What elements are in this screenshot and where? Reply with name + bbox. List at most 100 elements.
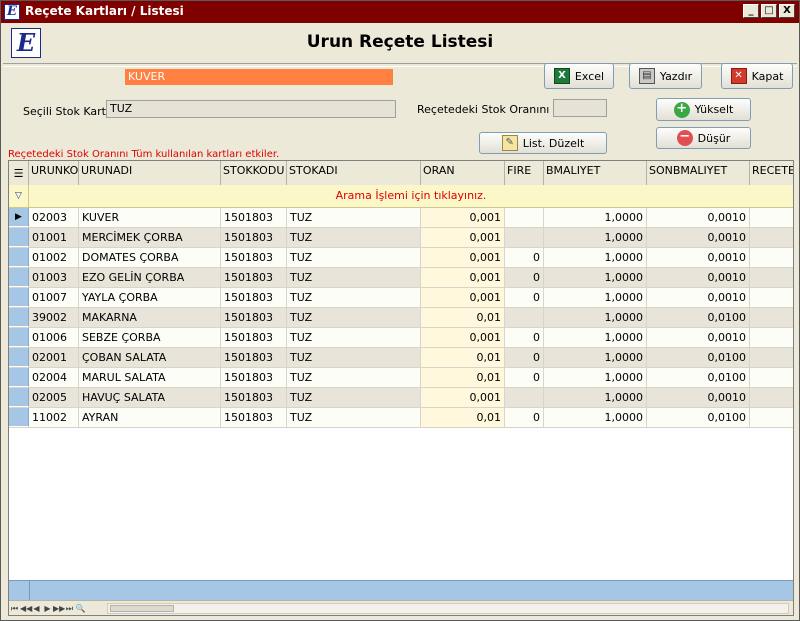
cell-recete[interactable] xyxy=(750,208,793,227)
cell-stokkodu[interactable]: 1501803 xyxy=(221,228,287,247)
row-selector[interactable] xyxy=(9,408,29,427)
cell-oran[interactable]: 0,01 xyxy=(421,348,505,367)
col-header-urunko[interactable]: URUNKO xyxy=(29,161,79,185)
raise-button[interactable]: + Yükselt xyxy=(656,98,751,121)
cell-oran[interactable]: 0,001 xyxy=(421,208,505,227)
cell-stokadi[interactable]: TUZ xyxy=(287,308,421,327)
cell-stokadi[interactable]: TUZ xyxy=(287,248,421,267)
table-row[interactable]: 01007 YAYLA ÇORBA 1501803 TUZ 0,001 0 1,0000 0,… xyxy=(9,288,793,308)
cell-stokkodu[interactable]: 1501803 xyxy=(221,288,287,307)
cell-fire[interactable]: 0 xyxy=(505,348,544,367)
cell-urunko[interactable]: 02005 xyxy=(29,388,79,407)
nav-prev-icon[interactable]: ◀ xyxy=(31,603,42,615)
cell-stokkodu[interactable]: 1501803 xyxy=(221,328,287,347)
row-selector[interactable] xyxy=(9,268,29,287)
lower-button[interactable]: − Düşür xyxy=(656,127,751,149)
cell-recete[interactable] xyxy=(750,268,793,287)
cell-urunadi[interactable]: AYRAN xyxy=(79,408,221,427)
cell-sonbmaliyet[interactable]: 0,0100 xyxy=(647,308,750,327)
cell-stokkodu[interactable]: 1501803 xyxy=(221,388,287,407)
col-header-stokadi[interactable]: STOKADI xyxy=(287,161,421,185)
cell-urunadi[interactable]: DOMATES ÇORBA xyxy=(79,248,221,267)
col-header-recete[interactable]: RECETE xyxy=(750,161,793,185)
cell-fire[interactable] xyxy=(505,388,544,407)
row-selector[interactable] xyxy=(9,308,29,327)
scrollbar-thumb[interactable] xyxy=(110,605,174,612)
row-selector[interactable] xyxy=(9,288,29,307)
cell-urunadi[interactable]: MERCİMEK ÇORBA xyxy=(79,228,221,247)
cell-sonbmaliyet[interactable]: 0,0010 xyxy=(647,288,750,307)
product-name-field[interactable]: KUVER xyxy=(125,69,393,85)
cell-fire[interactable]: 0 xyxy=(505,268,544,287)
title-bar[interactable]: E Reçete Kartları / Listesi _ □ X xyxy=(1,1,799,23)
nav-search-icon[interactable]: 🔍 xyxy=(75,603,86,615)
cell-recete[interactable] xyxy=(750,308,793,327)
table-row[interactable]: 02001 ÇOBAN SALATA 1501803 TUZ 0,01 0 1,0000 0,… xyxy=(9,348,793,368)
nav-last-icon[interactable]: ⏭ xyxy=(64,603,75,615)
cell-recete[interactable] xyxy=(750,348,793,367)
table-row[interactable]: 01002 DOMATES ÇORBA 1501803 TUZ 0,001 0 1,0000… xyxy=(9,248,793,268)
cell-urunko[interactable]: 01006 xyxy=(29,328,79,347)
cell-stokkodu[interactable]: 1501803 xyxy=(221,208,287,227)
cell-stokadi[interactable]: TUZ xyxy=(287,208,421,227)
row-selector[interactable] xyxy=(9,248,29,267)
cell-bmaliyet[interactable]: 1,0000 xyxy=(544,388,647,407)
cell-urunadi[interactable]: MAKARNA xyxy=(79,308,221,327)
cell-recete[interactable] xyxy=(750,388,793,407)
nav-first-icon[interactable]: ⏮ xyxy=(9,603,20,615)
table-row[interactable]: 02005 HAVUÇ SALATA 1501803 TUZ 0,001 1,0000 0,… xyxy=(9,388,793,408)
cell-fire[interactable]: 0 xyxy=(505,368,544,387)
close-button[interactable]: ✕ Kapat xyxy=(721,63,793,89)
row-selector[interactable] xyxy=(9,348,29,367)
cell-stokkodu[interactable]: 1501803 xyxy=(221,268,287,287)
cell-sonbmaliyet[interactable]: 0,0010 xyxy=(647,328,750,347)
cell-urunko[interactable]: 02001 xyxy=(29,348,79,367)
cell-oran[interactable]: 0,001 xyxy=(421,388,505,407)
cell-bmaliyet[interactable]: 1,0000 xyxy=(544,228,647,247)
cell-sonbmaliyet[interactable]: 0,0010 xyxy=(647,248,750,267)
table-row[interactable]: 02004 MARUL SALATA 1501803 TUZ 0,01 0 1,0000 0,… xyxy=(9,368,793,388)
row-selector[interactable] xyxy=(9,328,29,347)
cell-urunadi[interactable]: KUVER xyxy=(79,208,221,227)
cell-urunadi[interactable]: EZO GELİN ÇORBA xyxy=(79,268,221,287)
cell-sonbmaliyet[interactable]: 0,0010 xyxy=(647,268,750,287)
col-header-fire[interactable]: FIRE xyxy=(505,161,544,185)
cell-urunadi[interactable]: YAYLA ÇORBA xyxy=(79,288,221,307)
cell-stokadi[interactable]: TUZ xyxy=(287,328,421,347)
cell-fire[interactable] xyxy=(505,308,544,327)
cell-oran[interactable]: 0,001 xyxy=(421,288,505,307)
cell-stokkodu[interactable]: 1501803 xyxy=(221,248,287,267)
filter-icon[interactable]: ▽ xyxy=(9,185,29,207)
cell-sonbmaliyet[interactable]: 0,0100 xyxy=(647,408,750,427)
cell-oran[interactable]: 0,001 xyxy=(421,328,505,347)
list-edit-button[interactable]: ✎ List. Düzelt xyxy=(479,132,607,154)
table-row[interactable]: 11002 AYRAN 1501803 TUZ 0,01 0 1,0000 0,0100 xyxy=(9,408,793,428)
col-header-sonbmaliyet[interactable]: SONBMALIYET xyxy=(647,161,750,185)
maximize-button[interactable]: □ xyxy=(761,4,777,18)
minimize-button[interactable]: _ xyxy=(743,4,759,18)
cell-recete[interactable] xyxy=(750,248,793,267)
nav-next-icon[interactable]: ▶ xyxy=(42,603,53,615)
cell-bmaliyet[interactable]: 1,0000 xyxy=(544,288,647,307)
cell-sonbmaliyet[interactable]: 0,0010 xyxy=(647,228,750,247)
cell-recete[interactable] xyxy=(750,368,793,387)
cell-stokadi[interactable]: TUZ xyxy=(287,288,421,307)
cell-recete[interactable] xyxy=(750,328,793,347)
cell-urunadi[interactable]: HAVUÇ SALATA xyxy=(79,388,221,407)
cell-sonbmaliyet[interactable]: 0,0100 xyxy=(647,348,750,367)
cell-bmaliyet[interactable]: 1,0000 xyxy=(544,208,647,227)
col-header-bmaliyet[interactable]: BMALIYET xyxy=(544,161,647,185)
print-button[interactable]: ▤ Yazdır xyxy=(629,63,702,89)
cell-stokadi[interactable]: TUZ xyxy=(287,268,421,287)
cell-urunko[interactable]: 11002 xyxy=(29,408,79,427)
cell-stokadi[interactable]: TUZ xyxy=(287,348,421,367)
table-row[interactable]: 01006 SEBZE ÇORBA 1501803 TUZ 0,001 0 1,0000 0,… xyxy=(9,328,793,348)
cell-bmaliyet[interactable]: 1,0000 xyxy=(544,348,647,367)
col-header-stokkodu[interactable]: STOKKODU xyxy=(221,161,287,185)
cell-urunadi[interactable]: MARUL SALATA xyxy=(79,368,221,387)
nav-next-page-icon[interactable]: ▶▶ xyxy=(53,603,65,615)
cell-oran[interactable]: 0,001 xyxy=(421,268,505,287)
cell-fire[interactable]: 0 xyxy=(505,248,544,267)
cell-urunadi[interactable]: SEBZE ÇORBA xyxy=(79,328,221,347)
cell-sonbmaliyet[interactable]: 0,0010 xyxy=(647,208,750,227)
